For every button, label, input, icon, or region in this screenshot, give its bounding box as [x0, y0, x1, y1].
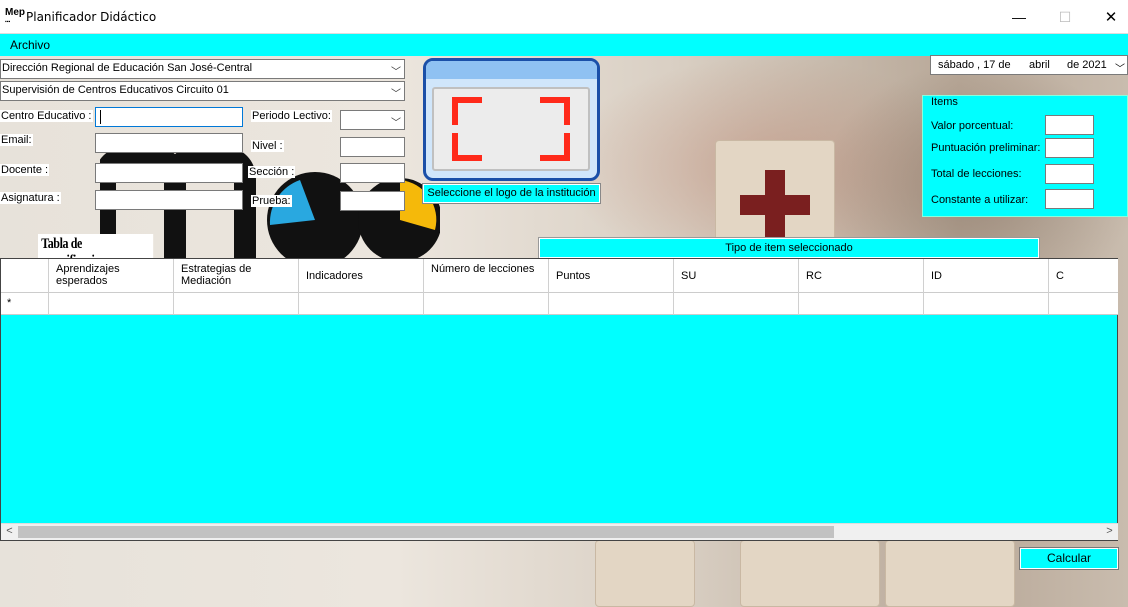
docente-input[interactable] — [95, 163, 243, 183]
grid-cell[interactable] — [549, 293, 674, 315]
grid-cell[interactable] — [49, 293, 174, 315]
menu-archivo[interactable]: Archivo — [10, 38, 50, 52]
frame-corner-icon — [452, 97, 482, 125]
constante-input[interactable] — [1045, 189, 1094, 209]
seccion-input[interactable] — [340, 163, 405, 183]
chevron-down-icon: ﹀ — [1115, 64, 1125, 75]
grid-cell[interactable] — [424, 293, 549, 315]
institution-logo-picture[interactable] — [423, 58, 600, 181]
specifications-grid[interactable]: Aprendizajes esperados Estrategias de Me… — [0, 258, 1118, 541]
grid-cell[interactable] — [299, 293, 424, 315]
prueba-label: Prueba: — [251, 195, 292, 207]
periodo-lectivo-select[interactable]: ﹀ — [340, 110, 405, 130]
column-header[interactable]: Indicadores — [299, 259, 424, 293]
background-cube — [740, 540, 880, 607]
column-header[interactable]: Número de lecciones — [424, 259, 549, 293]
title-bar: Mep ▪▪▪ Planificador Didáctico — ☐ ✕ — [0, 0, 1128, 34]
scrollbar-thumb[interactable] — [18, 526, 834, 538]
tabla-especificaciones-title: Tabla de especificaciones — [38, 234, 154, 269]
column-header[interactable]: RC — [799, 259, 924, 293]
date-picker[interactable]: sábado , 17 de abril de 2021 ﹀ — [930, 55, 1128, 75]
frame-corner-icon — [452, 133, 482, 161]
select-logo-button[interactable]: Seleccione el logo de la institución — [422, 183, 601, 204]
calcular-button[interactable]: Calcular — [1019, 547, 1119, 570]
minimize-button[interactable]: — — [996, 0, 1042, 34]
periodo-lectivo-label: Periodo Lectivo: — [251, 110, 332, 122]
date-day: , 17 de — [977, 59, 1011, 71]
nivel-input[interactable] — [340, 137, 405, 157]
window-title: Planificador Didáctico — [26, 10, 157, 24]
prueba-input[interactable] — [340, 191, 405, 211]
email-label: Email: — [0, 134, 33, 146]
background-cube — [595, 540, 695, 607]
row-header-corner — [1, 259, 49, 293]
table-row-new[interactable]: * — [1, 293, 1118, 315]
scroll-left-icon[interactable]: < — [1, 525, 18, 540]
total-lecciones-input[interactable] — [1045, 164, 1094, 184]
horizontal-scrollbar[interactable]: < > — [1, 523, 1118, 540]
total-lecciones-label: Total de lecciones: — [931, 168, 1022, 180]
column-header[interactable]: SU — [674, 259, 799, 293]
email-input[interactable] — [95, 133, 243, 153]
grid-cell[interactable] — [174, 293, 299, 315]
nivel-label: Nivel : — [251, 140, 284, 152]
valor-porcentual-label: Valor porcentual: — [931, 120, 1014, 132]
valor-porcentual-input[interactable] — [1045, 115, 1094, 135]
column-header[interactable]: Estrategias de Mediación — [174, 259, 299, 293]
centro-educativo-input[interactable] — [95, 107, 243, 127]
supervision-value: Supervisión de Centros Educativos Circui… — [2, 84, 229, 96]
asignatura-input[interactable] — [95, 190, 243, 210]
new-row-marker-icon: * — [7, 297, 12, 309]
items-legend: Items — [931, 96, 958, 108]
date-month: abril — [1029, 59, 1050, 71]
chevron-down-icon: ﹀ — [391, 89, 401, 100]
column-header[interactable]: ID — [924, 259, 1049, 293]
direccion-regional-value: Dirección Regional de Educación San José… — [2, 62, 253, 74]
supervision-select[interactable]: Supervisión de Centros Educativos Circui… — [0, 81, 405, 101]
centro-educativo-label: Centro Educativo : — [0, 110, 93, 122]
maximize-button[interactable]: ☐ — [1042, 0, 1088, 34]
background-cross — [740, 195, 810, 215]
asignatura-label: Asignatura : — [0, 192, 61, 204]
row-header[interactable]: * — [1, 293, 49, 315]
menu-bar: Archivo — [0, 34, 1128, 56]
grid-cell[interactable] — [674, 293, 799, 315]
text-cursor — [100, 110, 101, 124]
logo-placeholder-header — [426, 61, 597, 79]
date-weekday: sábado — [938, 59, 975, 71]
seccion-label: Sección : — [248, 166, 296, 178]
grid-cell[interactable] — [924, 293, 1049, 315]
mep-app-icon: Mep ▪▪▪ — [5, 7, 25, 26]
grid-cell[interactable] — [1049, 293, 1118, 315]
puntuacion-preliminar-input[interactable] — [1045, 138, 1094, 158]
background-cube — [885, 540, 1015, 607]
date-year: de 2021 — [1067, 59, 1107, 71]
chevron-down-icon: ﹀ — [391, 67, 401, 78]
frame-corner-icon — [540, 97, 570, 125]
constante-label: Constante a utilizar: — [931, 194, 1029, 206]
docente-label: Docente : — [0, 164, 50, 176]
close-button[interactable]: ✕ — [1088, 0, 1128, 34]
frame-corner-icon — [540, 133, 570, 161]
column-header[interactable]: Aprendizajes esperados — [49, 259, 174, 293]
grid-cell[interactable] — [799, 293, 924, 315]
direccion-regional-select[interactable]: Dirección Regional de Educación San José… — [0, 59, 405, 79]
column-header[interactable]: C — [1049, 259, 1118, 293]
grid-header: Aprendizajes esperados Estrategias de Me… — [1, 259, 1118, 293]
puntuacion-preliminar-label: Puntuación preliminar: — [931, 142, 1041, 154]
column-header[interactable]: Puntos — [549, 259, 674, 293]
logo-placeholder-frame — [432, 87, 590, 171]
scroll-right-icon[interactable]: > — [1101, 525, 1118, 540]
items-group: Items Valor porcentual: Puntuación preli… — [922, 95, 1128, 217]
tipo-item-button[interactable]: Tipo de item seleccionado — [538, 237, 1040, 259]
chevron-down-icon: ﹀ — [391, 118, 401, 129]
